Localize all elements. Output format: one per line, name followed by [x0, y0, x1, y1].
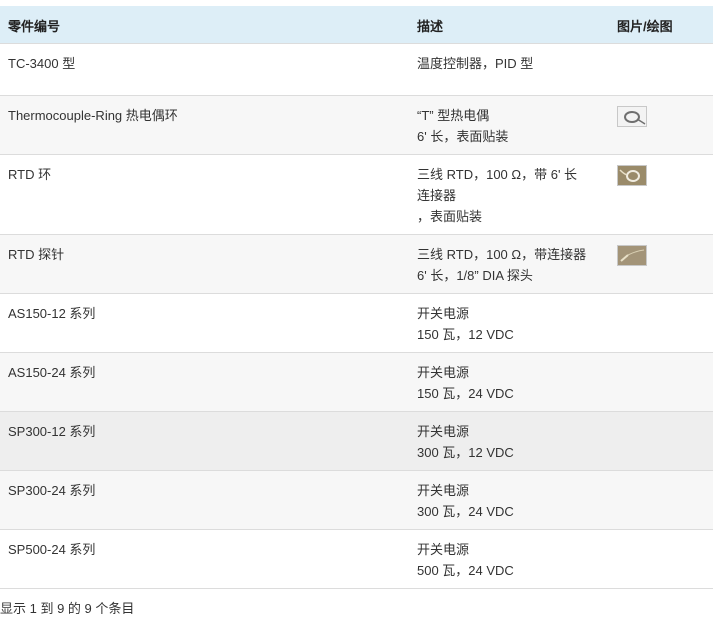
description-line: 150 瓦，12 VDC	[417, 327, 514, 342]
description: 开关电源 300 瓦，24 VDC	[417, 480, 607, 522]
description-line: 开关电源	[417, 542, 470, 557]
description: 三线 RTD，100 Ω，带 6' 长 连接器 ，表面贴装	[417, 164, 607, 227]
description-line: 连接器	[417, 188, 457, 203]
description: 开关电源 500 瓦，24 VDC	[417, 539, 607, 581]
thermocouple-ring-thumbnail[interactable]	[617, 106, 647, 127]
header-image[interactable]: 图片/绘图	[617, 16, 673, 37]
description-line: 300 瓦，12 VDC	[417, 445, 514, 460]
description-line: 500 瓦，24 VDC	[417, 563, 514, 578]
description-line: 三线 RTD，100 Ω，带连接器	[417, 247, 587, 262]
rtd-ring-thumbnail[interactable]	[617, 165, 647, 186]
table-row: SP500-24 系列 开关电源 500 瓦，24 VDC	[0, 529, 713, 589]
description: “T” 型热电偶 6' 长，表面贴装	[417, 105, 607, 147]
description-line: 开关电源	[417, 483, 470, 498]
rtd-probe-thumbnail[interactable]	[617, 245, 647, 266]
header-part-no[interactable]: 零件编号	[8, 16, 60, 37]
description: 开关电源 300 瓦，12 VDC	[417, 421, 607, 463]
description: 开关电源 150 瓦，24 VDC	[417, 362, 607, 404]
description-line: “T” 型热电偶	[417, 108, 490, 123]
table-row: SP300-24 系列 开关电源 300 瓦，24 VDC	[0, 470, 713, 529]
description-line: 6' 长，表面贴装	[417, 129, 509, 144]
part-number: AS150-12 系列	[8, 306, 96, 321]
description-line: 300 瓦，24 VDC	[417, 504, 514, 519]
description-line: 三线 RTD，100 Ω，带 6' 长	[417, 167, 578, 182]
table-row: RTD 探针 三线 RTD，100 Ω，带连接器 6' 长，1/8” DIA 探…	[0, 234, 713, 293]
description-line: 开关电源	[417, 424, 470, 439]
table-row: SP300-12 系列 开关电源 300 瓦，12 VDC	[0, 411, 713, 470]
part-number: Thermocouple-Ring 热电偶环	[8, 108, 178, 123]
part-number: AS150-24 系列	[8, 365, 96, 380]
table-row: AS150-12 系列 开关电源 150 瓦，12 VDC	[0, 293, 713, 352]
description-line: 6' 长，1/8” DIA 探头	[417, 268, 533, 283]
table-row: RTD 环 三线 RTD，100 Ω，带 6' 长 连接器 ，表面贴装	[0, 154, 713, 234]
part-number: RTD 探针	[8, 247, 65, 262]
part-number: RTD 环	[8, 167, 52, 182]
part-number: TC-3400 型	[8, 56, 76, 71]
description-line: 150 瓦，24 VDC	[417, 386, 514, 401]
description-line: 开关电源	[417, 306, 470, 321]
part-number: SP300-24 系列	[8, 483, 96, 498]
header-description[interactable]: 描述	[417, 16, 607, 37]
description: 三线 RTD，100 Ω，带连接器 6' 长，1/8” DIA 探头	[417, 244, 607, 286]
table-row: TC-3400 型 温度控制器，PID 型	[0, 43, 713, 95]
description: 开关电源 150 瓦，12 VDC	[417, 303, 607, 345]
description-line: ，表面贴装	[417, 209, 483, 224]
table-info: 显示 1 到 9 的 9 个条目	[0, 601, 135, 616]
table-row: AS150-24 系列 开关电源 150 瓦，24 VDC	[0, 352, 713, 411]
table-row: Thermocouple-Ring 热电偶环 “T” 型热电偶 6' 长，表面贴…	[0, 95, 713, 154]
part-number: SP300-12 系列	[8, 424, 96, 439]
table-header: 零件编号 描述 图片/绘图	[0, 6, 713, 43]
description-line: 温度控制器，PID 型	[417, 56, 534, 71]
parts-table: 零件编号 描述 图片/绘图 TC-3400 型 温度控制器，PID 型 Ther…	[0, 6, 713, 589]
description: 温度控制器，PID 型	[417, 53, 607, 74]
part-number: SP500-24 系列	[8, 542, 96, 557]
description-line: 开关电源	[417, 365, 470, 380]
